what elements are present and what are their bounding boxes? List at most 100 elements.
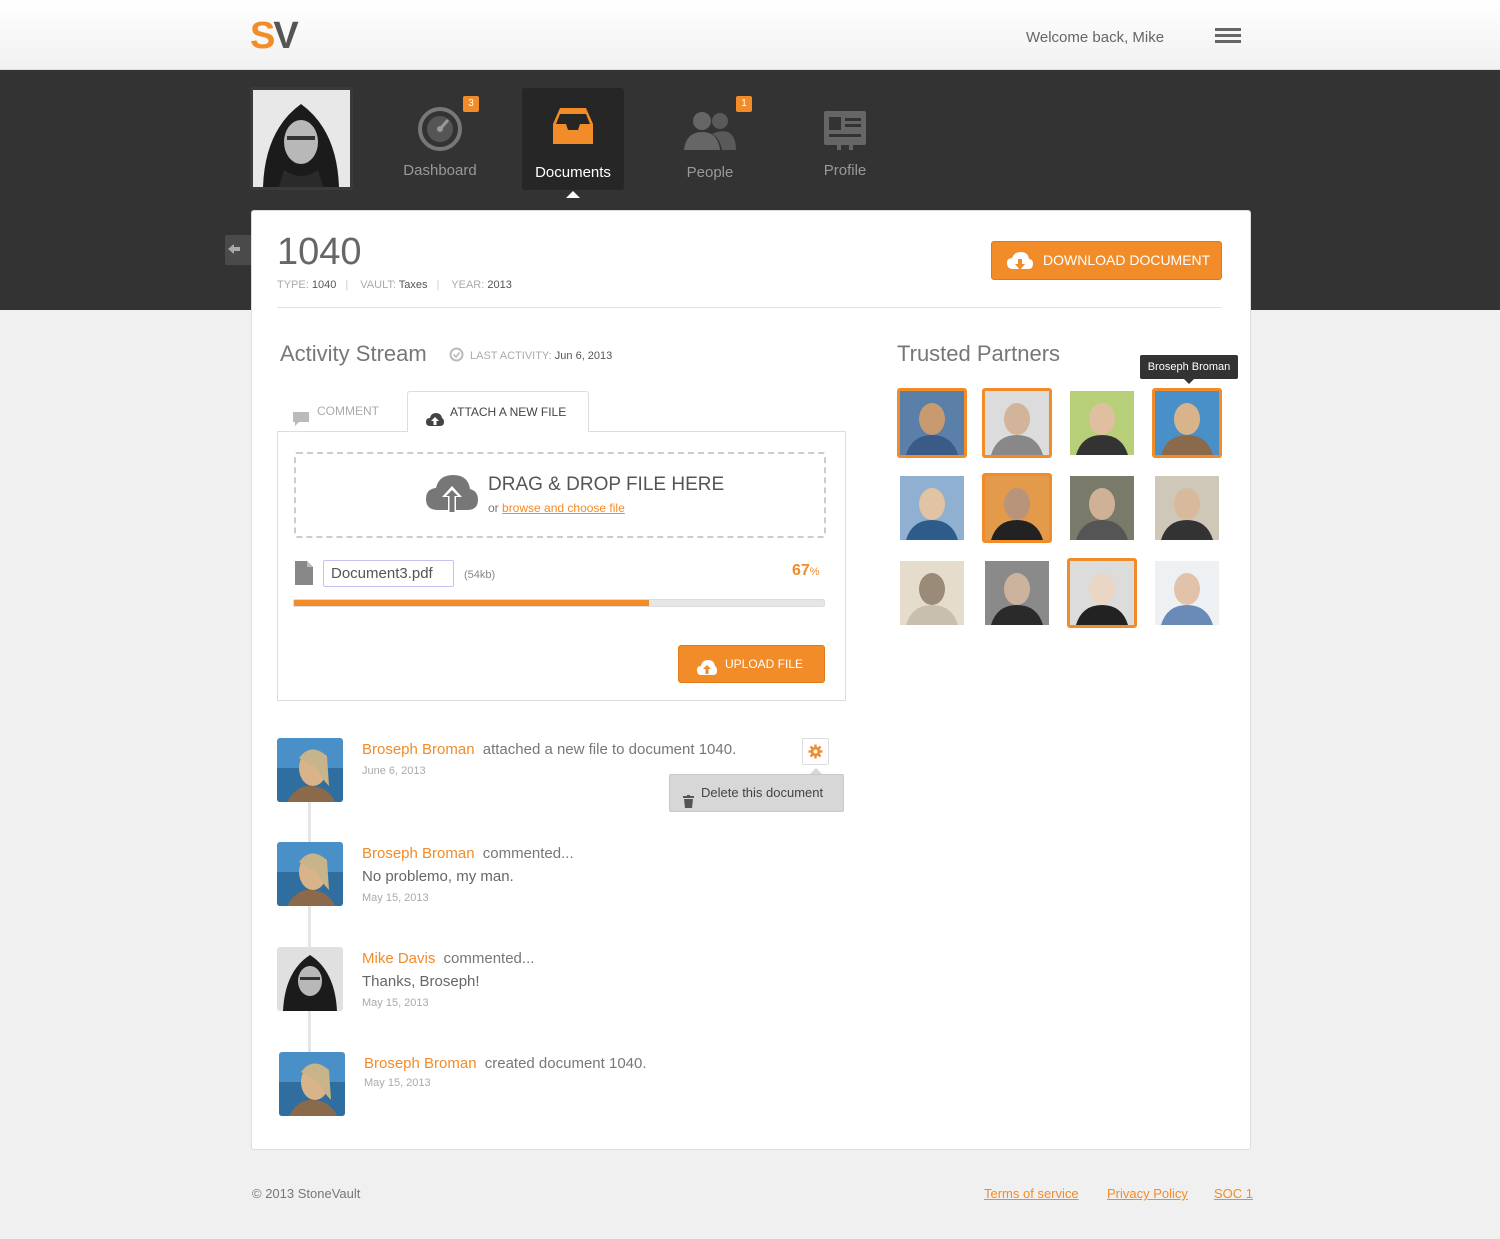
welcome-text: Welcome back, Mike xyxy=(1026,29,1165,46)
trusted-partners-heading: Trusted Partners xyxy=(897,341,1061,366)
partner-avatar[interactable] xyxy=(897,473,967,543)
logo-v: V xyxy=(273,15,298,57)
timeline-user-link[interactable]: Broseph Broman xyxy=(364,1055,477,1072)
nav-people[interactable]: People 1 xyxy=(659,88,761,190)
download-label: DOWNLOAD DOCUMENT xyxy=(1043,252,1211,268)
timeline-line1: Broseph Broman commented... xyxy=(362,845,574,862)
gear-icon xyxy=(808,744,823,764)
nav-documents[interactable]: Documents xyxy=(522,88,624,198)
partner-avatar[interactable] xyxy=(1152,388,1222,458)
partner-avatar[interactable] xyxy=(1067,558,1137,628)
tab-comment[interactable]: COMMENT xyxy=(292,391,379,431)
vault-value: Taxes xyxy=(398,279,428,291)
file-name-input[interactable] xyxy=(323,560,454,587)
mike-avatar[interactable] xyxy=(277,947,343,1011)
upload-progress-bar xyxy=(293,599,825,607)
drop-subtitle: or browse and choose file xyxy=(488,501,625,515)
progress-unit: % xyxy=(809,566,820,578)
privacy-policy-link[interactable]: Privacy Policy xyxy=(1107,1186,1188,1201)
dashboard-badge: 3 xyxy=(463,96,479,112)
type-value: 1040 xyxy=(311,279,337,291)
upload-file-button[interactable]: UPLOAD FILE xyxy=(678,645,825,683)
year-value: 2013 xyxy=(487,279,512,291)
year-label: YEAR: xyxy=(451,279,485,291)
progress-percent: 67% xyxy=(792,562,820,580)
partner-avatar[interactable] xyxy=(1152,558,1222,628)
partner-avatar[interactable] xyxy=(1067,388,1137,458)
timeline-date: May 15, 2013 xyxy=(362,997,429,1009)
partner-avatar[interactable] xyxy=(982,473,1052,543)
nav-profile-label: Profile xyxy=(823,162,867,179)
partner-avatar[interactable] xyxy=(982,558,1052,628)
download-document-button[interactable]: DOWNLOAD DOCUMENT xyxy=(991,241,1222,280)
current-user-avatar[interactable] xyxy=(250,87,353,190)
delete-label: Delete this document xyxy=(701,785,824,800)
type-label: TYPE: xyxy=(277,279,309,291)
timeline-message: Thanks, Broseph! xyxy=(362,973,480,990)
last-activity-value: Jun 6, 2013 xyxy=(554,349,613,362)
attach-panel: DRAG & DROP FILE HERE or browse and choo… xyxy=(277,431,846,701)
timeline-line1: Broseph Broman created document 1040. xyxy=(364,1055,647,1072)
activity-stream-heading: Activity Stream xyxy=(280,341,427,366)
timeline-action: commented... xyxy=(482,845,574,862)
copyright: © 2013 StoneVault xyxy=(252,1186,361,1201)
timeline-line xyxy=(308,801,311,1061)
last-activity: LAST ACTIVITY: Jun 6, 2013 xyxy=(449,347,612,365)
partner-avatar[interactable] xyxy=(982,388,1052,458)
top-bar: SV Welcome back, Mike xyxy=(0,0,1500,70)
broseph-avatar[interactable] xyxy=(277,738,343,802)
cloud-upload-icon xyxy=(424,472,480,521)
file-icon xyxy=(294,560,314,591)
last-activity-label: LAST ACTIVITY: xyxy=(470,349,552,362)
cloud-upload-button-icon xyxy=(696,655,718,691)
timeline-line1: Mike Davis commented... xyxy=(362,950,534,967)
nav-dashboard[interactable]: Dashboard 3 xyxy=(389,88,491,190)
timeline-action: created document 1040. xyxy=(484,1055,647,1072)
drop-or: or xyxy=(488,501,499,515)
broseph-avatar[interactable] xyxy=(279,1052,345,1116)
nav-profile[interactable]: Profile xyxy=(794,88,896,190)
timeline-user-link[interactable]: Broseph Broman xyxy=(362,845,475,862)
clock-check-icon xyxy=(449,347,464,365)
cloud-download-icon xyxy=(1006,250,1034,287)
upload-label: UPLOAD FILE xyxy=(725,657,804,671)
file-size: (54kb) xyxy=(464,569,496,581)
progress-value: 67 xyxy=(792,562,810,579)
timeline-date: June 6, 2013 xyxy=(362,765,426,777)
delete-document-menu-item[interactable]: Delete this document xyxy=(669,768,844,812)
timeline-message: No problemo, my man. xyxy=(362,868,514,885)
document-card: 1040 TYPE: 1040 | VAULT: Taxes | YEAR: 201… xyxy=(251,210,1251,1150)
document-meta: TYPE: 1040 | VAULT: Taxes | YEAR: 2013 xyxy=(277,279,512,291)
terms-of-service-link[interactable]: Terms of service xyxy=(984,1186,1079,1201)
partner-tooltip: Broseph Broman xyxy=(1140,355,1238,384)
timeline-user-link[interactable]: Mike Davis xyxy=(362,950,435,967)
cloud-upload-small-icon xyxy=(425,404,445,444)
timeline-user-link[interactable]: Broseph Broman xyxy=(362,741,475,758)
tab-attach-label: ATTACH A NEW FILE xyxy=(450,405,567,419)
logo[interactable]: SV xyxy=(250,15,299,57)
inbox-tray-icon xyxy=(552,106,594,150)
timeline-line1: Broseph Broman attached a new file to do… xyxy=(362,741,736,758)
gear-settings-button[interactable] xyxy=(802,738,829,765)
logo-s: S xyxy=(250,15,275,57)
hamburger-menu-icon[interactable] xyxy=(1215,28,1241,44)
trash-icon xyxy=(683,786,694,822)
nav-documents-label: Documents xyxy=(535,164,611,181)
document-title: 1040 xyxy=(277,231,362,273)
gauge-icon xyxy=(417,106,463,156)
tab-attach-file[interactable]: ATTACH A NEW FILE xyxy=(407,391,589,432)
partner-avatar[interactable] xyxy=(1067,473,1137,543)
timeline-date: May 15, 2013 xyxy=(362,892,429,904)
back-arrow-button[interactable] xyxy=(225,235,251,265)
people-badge: 1 xyxy=(736,96,752,112)
broseph-avatar[interactable] xyxy=(277,842,343,906)
nav-dashboard-label: Dashboard xyxy=(403,162,477,179)
divider xyxy=(277,307,1222,308)
partner-avatar[interactable] xyxy=(897,558,967,628)
soc1-link[interactable]: SOC 1 xyxy=(1214,1186,1253,1201)
people-icon xyxy=(682,110,738,154)
partner-avatar[interactable] xyxy=(1152,473,1222,543)
drop-zone[interactable]: DRAG & DROP FILE HERE or browse and choo… xyxy=(294,452,826,538)
browse-file-link[interactable]: browse and choose file xyxy=(502,501,625,515)
partner-avatar[interactable] xyxy=(897,388,967,458)
